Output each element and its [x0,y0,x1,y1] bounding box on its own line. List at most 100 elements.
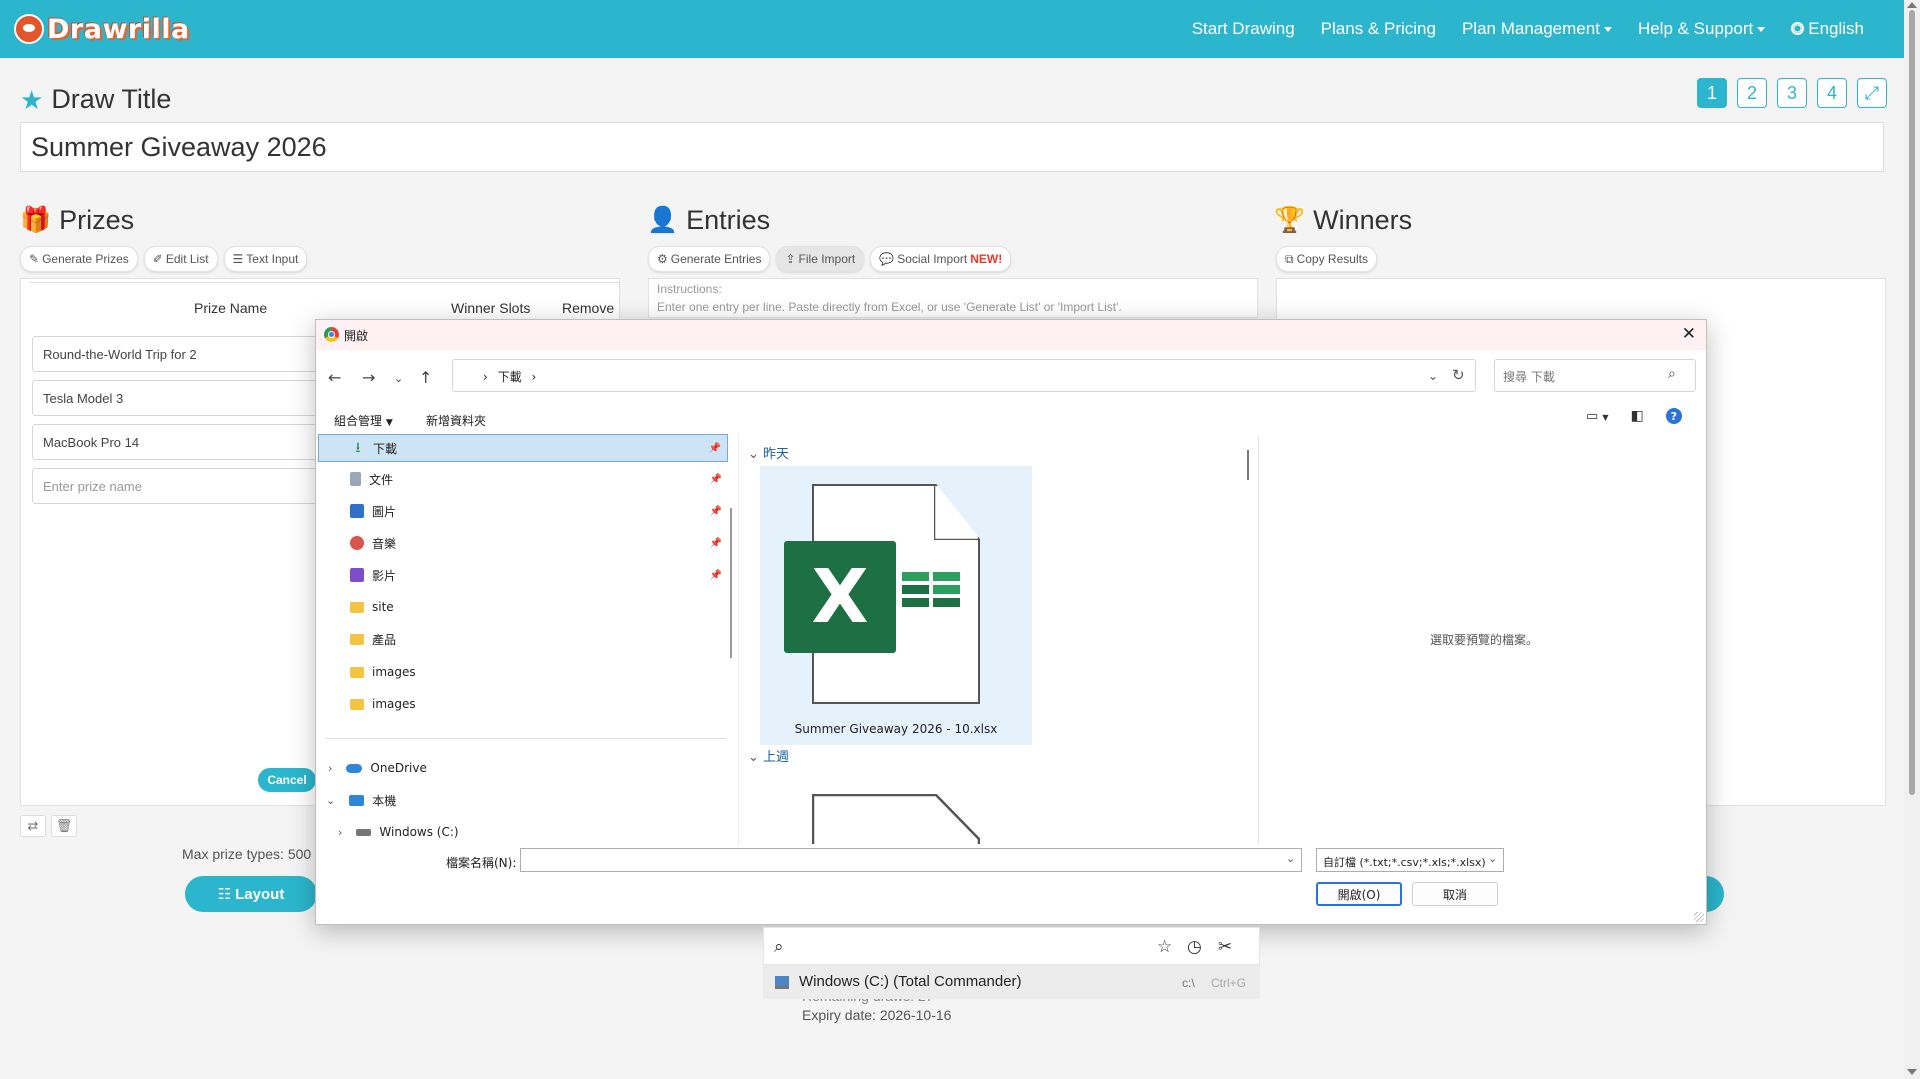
recent-locations-icon[interactable]: ⌄ [394,372,403,385]
nav-item-documents[interactable]: 文件 📌 [318,465,728,493]
file-item-partial[interactable] [812,794,980,844]
nav-help-support[interactable]: Help & Support [1637,19,1766,39]
page-button-1[interactable]: 1 [1697,78,1727,108]
new-prize-input[interactable]: Enter prize name [32,468,322,504]
expand-icon[interactable]: ⤢ [1857,78,1887,108]
tree-item-onedrive[interactable]: › OneDrive [318,754,728,782]
pin-icon[interactable]: 📌 [710,538,722,549]
social-import-button[interactable]: 💬 Social Import NEW! [870,246,1012,272]
scroll-up-arrow-icon[interactable] [1907,2,1917,8]
nav-language[interactable]: English [1791,19,1864,39]
page-button-3[interactable]: 3 [1777,78,1807,108]
chevron-down-icon[interactable]: ⌄ [1488,852,1497,865]
copy-results-button[interactable]: ⧉ Copy Results [1276,246,1377,272]
help-icon[interactable]: ? [1665,408,1682,424]
address-dropdown-icon[interactable]: ⌄ [1428,369,1438,383]
group-last-week[interactable]: ⌄ 上週 [748,746,789,765]
open-button[interactable]: 開啟(O) [1316,882,1402,906]
nav-item-folder[interactable]: 產品 [318,625,728,653]
page-button-2[interactable]: 2 [1737,78,1767,108]
nav-help-support-label: Help & Support [1637,19,1754,38]
drive-icon [356,828,372,836]
address-bar[interactable]: › 下載 › [452,359,1476,392]
nav-item-folder[interactable]: images [318,690,728,718]
prize-name-input[interactable]: Tesla Model 3 [32,380,322,416]
chevron-right-icon[interactable]: › [328,762,332,775]
cancel-button[interactable]: Cancel [258,768,316,792]
back-arrow-icon[interactable]: ← [328,368,341,387]
chevron-right-icon[interactable]: › [338,826,342,839]
generate-entries-button[interactable]: ⚙ Generate Entries [648,246,771,272]
search-icon[interactable]: ⌕ [774,937,784,957]
shuffle-icon[interactable]: ⇄ [20,815,46,837]
star-icon[interactable]: ☆ [1157,937,1172,957]
pin-icon[interactable]: 📌 [710,506,722,517]
scroll-down-arrow-icon[interactable] [1907,1069,1917,1075]
tree-item-this-pc[interactable]: ⌄ 本機 [318,786,728,814]
file-list-scrollbar[interactable] [1247,450,1249,480]
nav-item-music[interactable]: 音樂 📌 [318,529,728,557]
edit-list-label: Edit List [165,252,209,266]
new-folder-button[interactable]: 新增資料夾 [426,412,486,429]
nav-item-pictures[interactable]: 圖片 📌 [318,497,728,525]
nav-item-label: 文件 [369,472,394,487]
nav-plan-management[interactable]: Plan Management [1462,19,1612,39]
pin-icon[interactable]: 📌 [709,443,721,454]
quick-search-bar: ⌕ ☆ ◷ ✂ [763,927,1260,965]
chevron-down-icon[interactable]: ⌄ [1286,852,1295,865]
search-icon[interactable]: ⌕ [1668,366,1676,382]
nav-start-drawing[interactable]: Start Drawing [1192,19,1295,39]
file-import-button[interactable]: ⇪ File Import [776,246,865,272]
organize-menu[interactable]: 組合管理 ▼ [334,412,393,429]
nav-plans-pricing[interactable]: Plans & Pricing [1321,19,1436,39]
breadcrumb-downloads[interactable]: 下載 [498,370,522,384]
nav-item-folder[interactable]: site [318,593,728,621]
quick-result-item[interactable]: Windows (C:) (Total Commander) c:\ Ctrl+… [763,965,1260,999]
draw-title-input[interactable]: Summer Giveaway 2026 [20,122,1884,172]
filename-input[interactable] [520,848,1302,872]
tools-icon[interactable]: ✂ [1218,937,1232,957]
search-input[interactable]: 搜尋 下載 [1494,359,1696,392]
drawrilla-logo[interactable]: Drawrilla [14,12,190,46]
preview-pane-icon[interactable]: ◧ [1631,408,1644,424]
page-scrollbar-thumb[interactable] [1909,10,1915,795]
nav-item-downloads[interactable]: ⭳ 下載 📌 [318,434,728,462]
file-document-icon [812,794,980,844]
pin-icon[interactable]: 📌 [710,570,722,581]
cloud-icon [346,763,363,773]
nav-pane-scrollbar[interactable] [730,508,732,658]
draw-title-heading-label: Draw Title [51,84,172,114]
group-yesterday[interactable]: ⌄ 昨天 [748,443,789,462]
folder-icon [350,601,364,613]
tree-item-windows-c[interactable]: › Windows (C:) [318,818,728,846]
view-mode-icon[interactable]: ▭ ▼ [1586,409,1609,424]
page-button-4[interactable]: 4 [1817,78,1847,108]
refresh-icon[interactable]: ↻ [1452,366,1465,384]
edit-list-button[interactable]: ✐ Edit List [143,246,218,272]
layout-button[interactable]: ☷ Layout [185,876,317,912]
resize-grip-icon[interactable] [1694,912,1704,922]
generate-entries-label: Generate Entries [670,252,762,266]
cancel-button[interactable]: 取消 [1412,882,1498,906]
close-icon[interactable]: ✕ [1682,324,1696,344]
nav-item-folder[interactable]: images [318,658,728,686]
filetype-select[interactable]: 自訂檔 (*.txt;*.csv;*.xls;*.xlsx) [1316,848,1504,872]
nav-item-videos[interactable]: 影片 📌 [318,561,728,589]
page-selector: 1 2 3 4 ⤢ [1697,78,1887,108]
upload-icon: ⇪ [785,252,796,266]
text-input-button[interactable]: ☰ Text Input [223,246,308,272]
pin-icon[interactable]: 📌 [710,474,722,485]
prize-name-input[interactable]: Round-the-World Trip for 2 [32,336,322,372]
trash-icon[interactable]: 🗑 [51,815,77,837]
trophy-icon: 🏆 [1274,206,1306,234]
up-arrow-icon[interactable]: ↑ [419,368,432,387]
history-icon[interactable]: ◷ [1187,937,1202,957]
prizes-heading: 🎁 Prizes [20,205,134,236]
chevron-down-icon[interactable]: ⌄ [326,794,335,807]
file-item-xlsx[interactable]: X Summer Giveaway 2026 - 10.xlsx [760,466,1032,745]
gorilla-logo-icon [14,14,44,44]
pictures-icon [350,504,364,518]
forward-arrow-icon[interactable]: → [362,368,375,387]
prize-name-input[interactable]: MacBook Pro 14 [32,424,322,460]
generate-prizes-button[interactable]: ✎ Generate Prizes [20,246,138,272]
